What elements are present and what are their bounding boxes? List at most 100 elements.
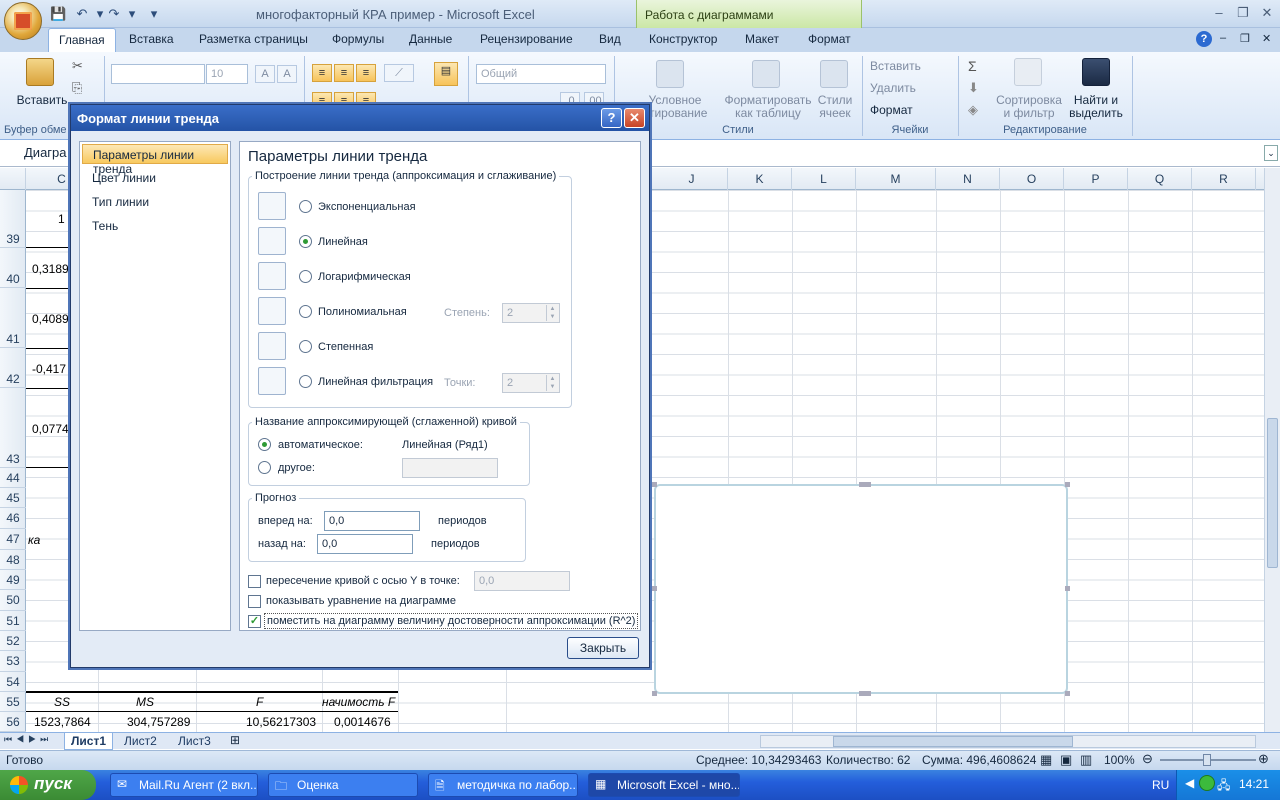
autosum-icon[interactable]: Σ (968, 58, 977, 74)
column-n[interactable]: N (936, 168, 1000, 190)
cell-f-header[interactable]: F (256, 695, 263, 709)
sort-filter-button[interactable]: Сортировка и фильтр (994, 94, 1064, 120)
grow-font-icon[interactable]: A (255, 65, 275, 83)
row-55[interactable]: 55 (0, 692, 26, 712)
nav-line-style[interactable]: Тип линии (82, 192, 228, 212)
intercept-input[interactable]: 0,0 (474, 571, 570, 591)
close-icon[interactable]: ✕ (1256, 5, 1278, 21)
vertical-scrollbar[interactable] (1264, 168, 1280, 732)
vertical-scroll-thumb[interactable] (1267, 418, 1278, 568)
delete-cells-button[interactable]: Удалить (870, 82, 954, 95)
custom-name-input[interactable] (402, 458, 498, 478)
conditional-format-button[interactable]: Условное атирование (640, 94, 710, 120)
tab-home[interactable]: Главная (48, 28, 116, 52)
exponential-radio[interactable] (299, 200, 312, 213)
tab-design[interactable]: Конструктор (649, 32, 717, 46)
cut-icon[interactable]: ✂ (72, 58, 83, 74)
auto-name-radio[interactable] (258, 438, 271, 451)
row-46[interactable]: 46 (0, 508, 26, 529)
row-52[interactable]: 52 (0, 631, 26, 651)
degree-input[interactable]: 2 ▲ ▼ (502, 303, 560, 323)
show-equation-checkbox[interactable] (248, 595, 261, 608)
zoom-slider-thumb[interactable] (1203, 754, 1211, 766)
tab-layout[interactable]: Макет (745, 32, 779, 46)
minimize-icon[interactable]: – (1208, 5, 1230, 21)
points-input[interactable]: 2 ▲ ▼ (502, 373, 560, 393)
clear-icon[interactable]: ◈ (968, 102, 978, 118)
row-40[interactable]: 40 (0, 248, 26, 288)
wrap-text-icon[interactable]: ▤ (434, 62, 458, 86)
chart-area[interactable] (652, 482, 1070, 696)
tab-review[interactable]: Рецензирование (480, 32, 573, 46)
redo-icon[interactable]: ↷ (106, 6, 122, 22)
tab-view[interactable]: Вид (599, 32, 621, 46)
row-53[interactable]: 53 (0, 651, 26, 672)
orientation-icon[interactable]: ⟋ (384, 64, 414, 82)
format-as-table-button[interactable]: Форматировать как таблицу (722, 94, 814, 120)
show-r2-checkbox[interactable]: ✓ (248, 615, 261, 628)
ribbon-close-icon[interactable]: ✕ (1262, 32, 1271, 45)
row-44[interactable]: 44 (0, 468, 26, 488)
name-box[interactable]: Диагра (24, 145, 67, 160)
ribbon-minimize-icon[interactable]: – (1220, 32, 1226, 44)
row-48[interactable]: 48 (0, 550, 26, 570)
normal-view-icon[interactable]: ▦ (1040, 752, 1052, 768)
save-icon[interactable]: 💾 (50, 6, 66, 22)
tab-insert[interactable]: Вставка (129, 32, 174, 46)
nav-line-color[interactable]: Цвет линии (82, 168, 228, 188)
tab-format[interactable]: Формат (808, 32, 851, 46)
network-icon[interactable]: 🖧 (1217, 776, 1230, 797)
insert-cells-button[interactable]: Вставить (870, 60, 954, 73)
row-49[interactable]: 49 (0, 570, 26, 590)
dialog-close-x-button[interactable]: ✕ (624, 108, 645, 128)
row-51[interactable]: 51 (0, 611, 26, 631)
insert-sheet-icon[interactable]: ⊞ (230, 733, 240, 747)
page-layout-view-icon[interactable]: ▣ (1060, 752, 1072, 768)
nav-shadow[interactable]: Тень (82, 216, 228, 236)
taskbar-mailru[interactable]: ✉ Mail.Ru Агент (2 вкл... (110, 773, 258, 797)
zoom-level[interactable]: 100% (1104, 753, 1135, 767)
cell-ms-value[interactable]: 304,757289 (127, 715, 190, 729)
tab-page-layout[interactable]: Разметка страницы (199, 32, 308, 46)
align-middle-icon[interactable]: ≡ (334, 64, 354, 82)
column-p[interactable]: P (1064, 168, 1128, 190)
tab-data[interactable]: Данные (409, 32, 452, 46)
intercept-checkbox[interactable] (248, 575, 261, 588)
copy-icon[interactable]: ⎘ (72, 80, 82, 96)
row-39[interactable]: 39 (0, 190, 26, 248)
restore-icon[interactable]: ❐ (1232, 5, 1254, 21)
degree-spinner[interactable]: ▲ ▼ (546, 305, 558, 321)
customize-qat-icon[interactable]: ▾ (146, 6, 162, 22)
paste-button[interactable]: Вставить (12, 94, 72, 107)
column-q[interactable]: Q (1128, 168, 1192, 190)
polynomial-radio[interactable] (299, 305, 312, 318)
row-42[interactable]: 42 (0, 348, 26, 388)
moving-average-radio[interactable] (299, 375, 312, 388)
font-size-field[interactable]: 10 (206, 64, 248, 84)
redo-dropdown-icon[interactable]: ▾ (124, 6, 140, 22)
cell-ms-header[interactable]: MS (136, 695, 154, 709)
close-button[interactable]: Закрыть (567, 637, 639, 659)
cell-sig-value[interactable]: 0,0014676 (334, 715, 391, 729)
column-r[interactable]: R (1192, 168, 1256, 190)
cell-c39[interactable]: 1 (58, 212, 65, 226)
cell-c40[interactable]: 0,3189 (32, 262, 69, 276)
taskbar-folder[interactable]: 🗀 Оценка (268, 773, 418, 797)
column-l[interactable]: L (792, 168, 856, 190)
sheet-tab-2[interactable]: Лист2 (118, 733, 163, 750)
cell-c42[interactable]: -0,417 (32, 362, 66, 376)
column-m[interactable]: M (856, 168, 936, 190)
expand-formula-icon[interactable]: ⌄ (1264, 145, 1278, 161)
taskbar-word[interactable]: 🗎 методичка по лабор... (428, 773, 578, 797)
fill-icon[interactable]: ⬇ (968, 80, 979, 96)
dialog-help-button[interactable]: ? (601, 108, 622, 128)
forward-input[interactable]: 0,0 (324, 511, 420, 531)
custom-name-radio[interactable] (258, 461, 271, 474)
horizontal-scroll-thumb[interactable] (833, 736, 1073, 747)
row-43[interactable]: 43 (0, 388, 26, 468)
linear-radio[interactable] (299, 235, 312, 248)
cell-sig-header[interactable]: начимость F (322, 695, 395, 709)
align-bottom-icon[interactable]: ≡ (356, 64, 376, 82)
help-icon[interactable]: ? (1196, 31, 1212, 47)
horizontal-scrollbar[interactable] (760, 735, 1256, 748)
